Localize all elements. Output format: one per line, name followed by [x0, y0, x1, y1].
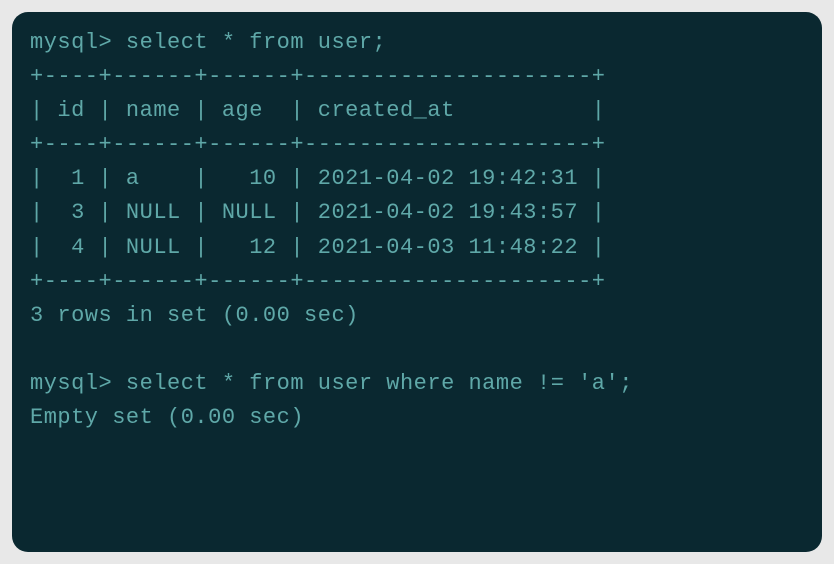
- table-row: | 3 | NULL | NULL | 2021-04-02 19:43:57 …: [30, 200, 606, 225]
- table-border-top: +----+------+------+--------------------…: [30, 64, 606, 89]
- terminal-window: mysql> select * from user; +----+------+…: [12, 12, 822, 552]
- table-header: | id | name | age | created_at |: [30, 98, 606, 123]
- query-result-2: Empty set (0.00 sec): [30, 405, 304, 430]
- table-row: | 4 | NULL | 12 | 2021-04-03 11:48:22 |: [30, 235, 606, 260]
- terminal-output: mysql> select * from user; +----+------+…: [30, 26, 804, 435]
- prompt: mysql>: [30, 30, 112, 55]
- table-border-bot: +----+------+------+--------------------…: [30, 269, 606, 294]
- table-row: | 1 | a | 10 | 2021-04-02 19:42:31 |: [30, 166, 606, 191]
- table-border-mid: +----+------+------+--------------------…: [30, 132, 606, 157]
- query-result-1: 3 rows in set (0.00 sec): [30, 303, 359, 328]
- sql-query-1: select * from user;: [126, 30, 386, 55]
- prompt: mysql>: [30, 371, 112, 396]
- sql-query-2: select * from user where name != 'a';: [126, 371, 633, 396]
